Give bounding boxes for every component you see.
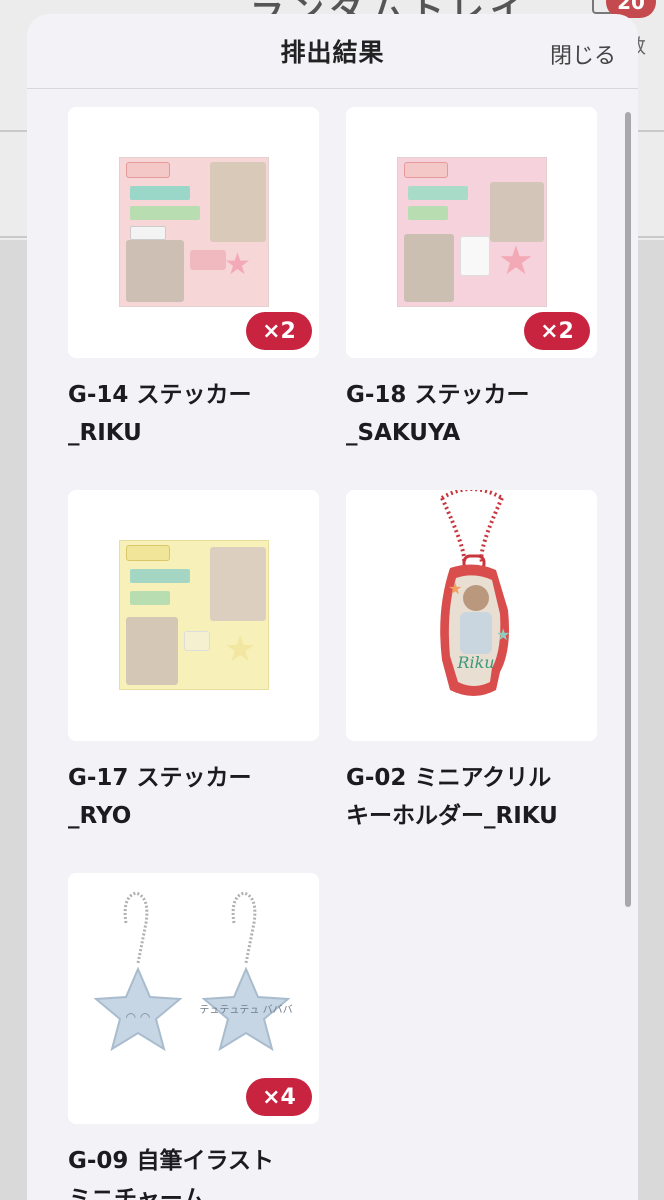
keychain-body: [460, 612, 492, 654]
sticker-photo: [210, 162, 266, 242]
ball-chain: [231, 891, 257, 964]
star-charm-icon: [93, 966, 183, 1052]
item-name-line1: G-02 ミニアクリル: [346, 765, 552, 791]
sticker-photo: [404, 234, 454, 302]
charm-face: ◠ ◠: [126, 1010, 151, 1024]
keychain-label: Riku: [456, 653, 494, 672]
sticker-tag: [190, 250, 226, 270]
item-name-line2: キーホルダー_RIKU: [346, 803, 558, 829]
item-name: G-17 ステッカー _RYO: [68, 759, 328, 835]
item-card-g14[interactable]: ★ ×2: [68, 107, 319, 358]
quantity-badge: ×2: [246, 312, 312, 350]
item-name-line2: ミニチャーム: [68, 1186, 206, 1200]
sticker-chip: [130, 206, 200, 220]
star-sticker-icon: ★: [498, 238, 534, 284]
item-name-line1: G-17 ステッカー: [68, 765, 252, 791]
sticker-memo: [460, 236, 490, 276]
item-name-line1: G-18 ステッカー: [346, 382, 530, 408]
results-modal: 排出結果 閉じる ★ ×2 G-14 ステッカー _RIKU ★ ×2 G-18…: [27, 14, 638, 1200]
item-name-line2: _RIKU: [68, 420, 142, 446]
star-sticker-icon: ★: [224, 247, 251, 282]
item-name-line1: G-09 自筆イラスト: [68, 1148, 274, 1174]
item-name: G-09 自筆イラスト ミニチャーム: [68, 1142, 328, 1200]
quantity-badge: ×4: [246, 1078, 312, 1116]
item-name-line1: G-14 ステッカー: [68, 382, 252, 408]
sticker-sheet-image: ★: [397, 157, 547, 307]
item-name-line2: _SAKUYA: [346, 420, 461, 446]
item-name: G-14 ステッカー _RIKU: [68, 376, 328, 452]
sticker-memo: [184, 631, 210, 651]
sticker-chip: [130, 226, 166, 240]
item-card-g18[interactable]: ★ ×2: [346, 107, 597, 358]
sticker-chip: [130, 591, 170, 605]
sticker-photo: [490, 182, 544, 242]
sticker-logo: [126, 162, 170, 178]
ball-chain: [440, 497, 504, 563]
sticker-logo: [126, 545, 170, 561]
sticker-sheet-image: ★: [119, 540, 269, 690]
item-card-g02[interactable]: Riku ★ ★: [346, 490, 597, 741]
ball-chain: [440, 490, 504, 500]
sticker-chip: [130, 569, 190, 583]
sticker-chip: [408, 186, 468, 200]
item-name-line2: _RYO: [68, 803, 132, 829]
modal-header: 排出結果 閉じる: [27, 14, 638, 89]
item-name: G-18 ステッカー _SAKUYA: [346, 376, 606, 452]
sticker-photo: [210, 547, 266, 621]
sticker-chip: [408, 206, 448, 220]
acrylic-keychain-image: Riku ★ ★: [440, 490, 510, 696]
star-icon: ★: [496, 625, 510, 644]
star-sticker-icon: ★: [224, 629, 257, 670]
close-button[interactable]: 閉じる: [550, 38, 616, 70]
sticker-chip: [130, 186, 190, 200]
modal-title: 排出結果: [280, 38, 385, 67]
charm-text: テュテュテュ バババ: [199, 1004, 292, 1016]
item-card-g09[interactable]: ◠ ◠ テュテュテュ バババ ×4: [68, 873, 319, 1124]
star-icon: ★: [448, 579, 462, 598]
keychain-face: [463, 585, 489, 611]
sticker-photo: [126, 240, 184, 302]
item-name: G-02 ミニアクリル キーホルダー_RIKU: [346, 759, 606, 835]
item-card-g17[interactable]: ★: [68, 490, 319, 741]
sticker-photo: [126, 617, 178, 685]
scrollbar[interactable]: [625, 112, 631, 907]
sticker-sheet-image: ★: [119, 157, 269, 307]
sticker-logo: [404, 162, 448, 178]
quantity-badge: ×2: [524, 312, 590, 350]
ball-chain: [123, 891, 149, 964]
